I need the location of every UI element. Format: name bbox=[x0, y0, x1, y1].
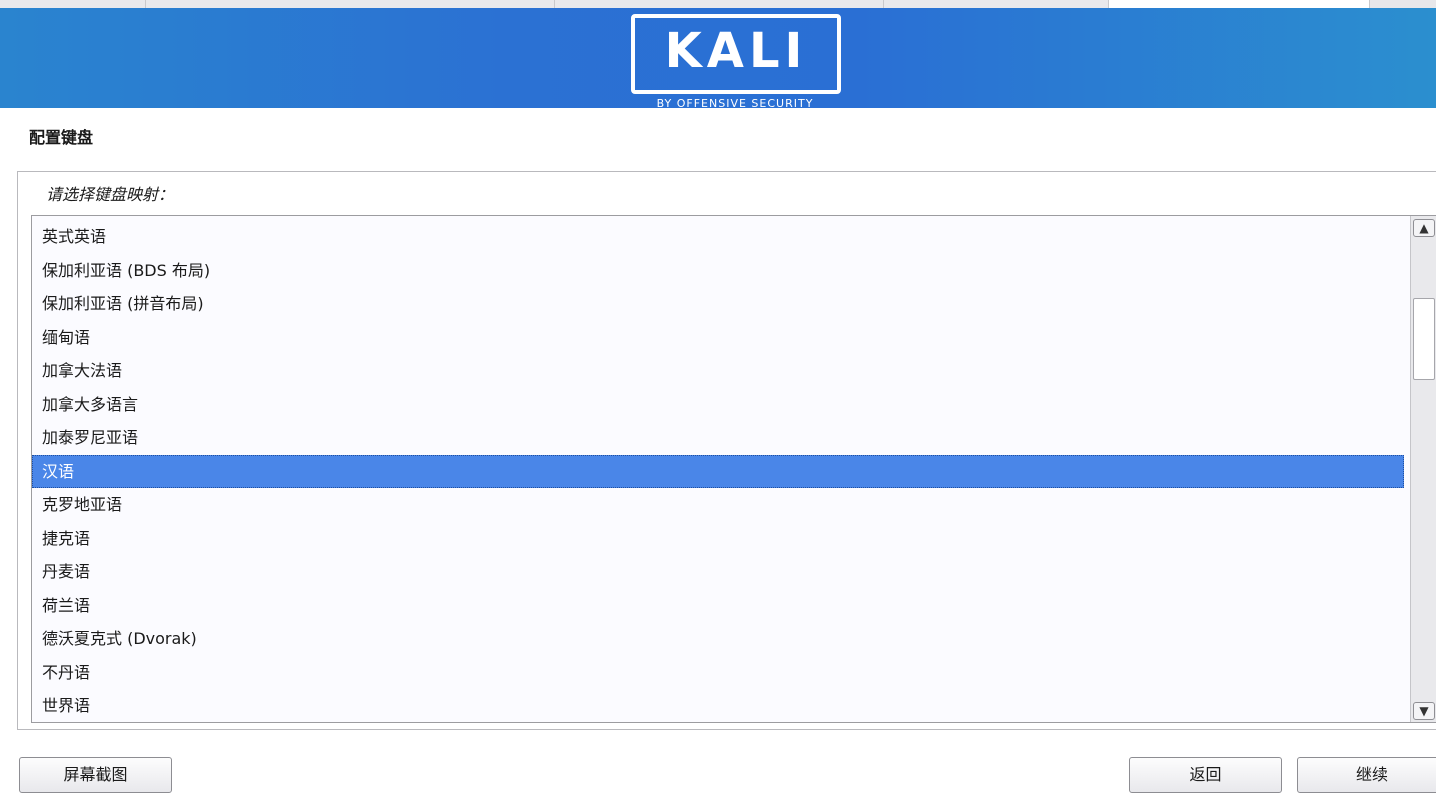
browser-tab-active[interactable] bbox=[1109, 0, 1370, 8]
keymap-listbox[interactable]: 英式英语 保加利亚语 (BDS 布局) 保加利亚语 (拼音布局) 缅甸语 加拿大法语 加拿… bbox=[31, 215, 1436, 723]
list-item-selected[interactable]: 汉语 bbox=[32, 454, 1404, 488]
chevron-up-icon[interactable]: ▲ bbox=[1413, 219, 1435, 237]
list-item[interactable]: 捷克语 bbox=[32, 522, 1404, 556]
list-item[interactable]: 缅甸语 bbox=[32, 321, 1404, 355]
kali-logo: KALI BY OFFENSIVE SECURITY bbox=[631, 14, 841, 110]
browser-tab[interactable] bbox=[0, 0, 146, 8]
browser-tab[interactable] bbox=[884, 0, 1109, 8]
list-item[interactable]: 加拿大法语 bbox=[32, 354, 1404, 388]
keymap-list: 英式英语 保加利亚语 (BDS 布局) 保加利亚语 (拼音布局) 缅甸语 加拿大法语 加拿… bbox=[32, 220, 1404, 722]
list-item[interactable]: 英式英语 bbox=[32, 220, 1404, 254]
chevron-down-icon[interactable]: ▼ bbox=[1413, 702, 1435, 720]
back-button[interactable]: 返回 bbox=[1129, 757, 1282, 793]
list-item[interactable]: 世界语 bbox=[32, 689, 1404, 722]
list-item[interactable]: 丹麦语 bbox=[32, 555, 1404, 589]
page-title: 配置键盘 bbox=[29, 128, 94, 147]
kali-logo-tagline: BY OFFENSIVE SECURITY bbox=[656, 97, 814, 110]
keymap-prompt: 请选择键盘映射： bbox=[46, 185, 175, 204]
continue-button[interactable]: 继续 bbox=[1297, 757, 1436, 793]
list-item[interactable]: 不丹语 bbox=[32, 656, 1404, 690]
browser-tab-strip bbox=[0, 0, 1436, 8]
list-item[interactable]: 保加利亚语 (BDS 布局) bbox=[32, 254, 1404, 288]
kali-banner: KALI BY OFFENSIVE SECURITY bbox=[0, 8, 1436, 110]
screenshot-button[interactable]: 屏幕截图 bbox=[19, 757, 172, 793]
list-item[interactable]: 荷兰语 bbox=[32, 589, 1404, 623]
list-item[interactable]: 加泰罗尼亚语 bbox=[32, 421, 1404, 455]
browser-tab[interactable] bbox=[555, 0, 884, 8]
list-item[interactable]: 克罗地亚语 bbox=[32, 488, 1404, 522]
vertical-scrollbar[interactable]: ▲ ▼ bbox=[1410, 216, 1436, 722]
list-item[interactable]: 德沃夏克式 (Dvorak) bbox=[32, 622, 1404, 656]
list-item[interactable]: 加拿大多语言 bbox=[32, 388, 1404, 422]
browser-tab[interactable] bbox=[146, 0, 555, 8]
scrollbar-thumb[interactable] bbox=[1413, 298, 1435, 380]
installer-window: KALI BY OFFENSIVE SECURITY 配置键盘 请选择键盘映射：… bbox=[0, 0, 1436, 796]
list-item[interactable]: 保加利亚语 (拼音布局) bbox=[32, 287, 1404, 321]
kali-logo-word: KALI bbox=[664, 23, 808, 79]
